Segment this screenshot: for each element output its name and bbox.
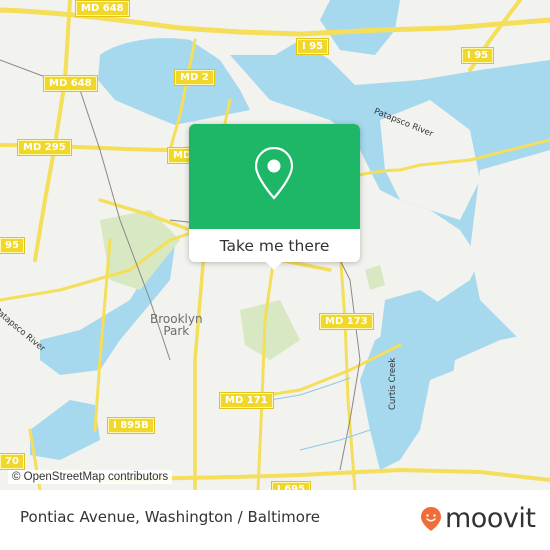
shield-md648-mid: MD 648: [43, 75, 98, 92]
water-lake: [30, 400, 100, 460]
moovit-smiley-pin-icon: [421, 506, 441, 531]
shield-md648-top: MD 648: [75, 0, 130, 17]
shield-i95-west: 95: [0, 237, 25, 254]
park-small: [365, 265, 385, 290]
shield-i70: 70: [0, 453, 25, 470]
shield-i95-left: I 95: [295, 38, 330, 55]
shield-md171: MD 171: [219, 392, 274, 409]
location-title: Pontiac Avenue, Washington / Baltimore: [20, 508, 321, 526]
popup-header: [189, 124, 360, 229]
map-canvas[interactable]: MD 648 MD 648 MD 2 I 95 I 95 MD 295 MD 9…: [0, 0, 550, 490]
destination-popup: Take me there: [189, 124, 360, 270]
moovit-wordmark: moovit: [445, 503, 536, 534]
shield-i95-right: I 95: [460, 47, 495, 64]
shield-md2: MD 2: [174, 69, 215, 86]
popup-arrow: [266, 262, 282, 270]
park-south: [240, 300, 300, 360]
shield-md295: MD 295: [17, 139, 72, 156]
shield-i895b: I 895B: [107, 417, 155, 434]
take-me-there-button[interactable]: Take me there: [189, 229, 360, 262]
map-attribution[interactable]: © OpenStreetMap contributors: [8, 470, 173, 484]
moovit-logo[interactable]: moovit: [420, 503, 536, 534]
water-label-curtis-creek: Curtis Creek: [388, 357, 398, 410]
map-pin-icon: [254, 146, 294, 200]
shield-i695: I 695: [270, 481, 312, 490]
place-brooklyn-park: Brooklyn Park: [150, 312, 203, 338]
shield-md173: MD 173: [319, 313, 374, 330]
